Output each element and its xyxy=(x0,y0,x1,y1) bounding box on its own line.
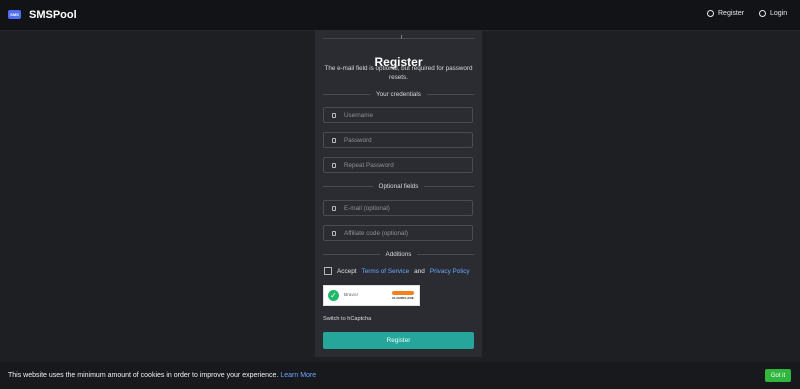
form-description: The e-mail field is optional, but requir… xyxy=(324,65,473,81)
username-field[interactable] xyxy=(323,107,473,123)
accept-label: Accept xyxy=(337,267,357,275)
credentials-section-label: Your credentials xyxy=(376,90,421,98)
optional-section-label: Optional fields xyxy=(378,182,419,190)
checkmark-icon: ✓ xyxy=(328,290,339,301)
lock-icon xyxy=(332,162,336,168)
repeat-password-field[interactable] xyxy=(323,157,473,173)
additions-section-label: Additions xyxy=(385,250,412,258)
affiliate-code-field[interactable] xyxy=(323,225,473,241)
credentials-section-heading: Your credentials xyxy=(323,90,474,98)
optional-section-heading: Optional fields xyxy=(323,182,474,190)
affiliate-code-input[interactable] xyxy=(344,229,459,237)
email-input[interactable] xyxy=(344,204,459,212)
nav-register-label: Register xyxy=(718,10,745,17)
smspool-logo: SMS xyxy=(8,10,21,19)
affiliate-icon xyxy=(332,230,336,236)
switch-to-hcaptcha-link[interactable]: Switch to hCaptcha xyxy=(323,316,371,322)
privacy-policy-link[interactable]: Privacy Policy xyxy=(430,268,470,275)
register-card: Register The e-mail field is optional, b… xyxy=(315,30,482,357)
terms-of-service-link[interactable]: Terms of Service xyxy=(362,268,410,275)
captcha-status: Bravo! xyxy=(344,293,358,298)
login-icon xyxy=(759,10,766,17)
cloud-icon xyxy=(392,291,414,295)
email-field[interactable] xyxy=(323,200,473,216)
password-input[interactable] xyxy=(344,136,459,144)
cloudflare-captcha-widget[interactable]: ✓ Bravo! CLOUDFLARE xyxy=(323,285,420,306)
repeat-password-input[interactable] xyxy=(344,161,459,169)
top-navigation-bar: SMS SMSPool Register Login xyxy=(0,0,800,31)
nav-login-label: Login xyxy=(770,10,788,17)
divider-marker xyxy=(401,35,402,39)
accept-terms-row: Accept Terms of Service and Privacy Poli… xyxy=(324,267,470,275)
lock-icon xyxy=(332,137,336,143)
learn-more-link[interactable]: Learn More xyxy=(280,372,316,379)
accept-terms-checkbox[interactable] xyxy=(324,267,332,275)
user-icon xyxy=(332,112,336,118)
cookie-message: This website uses the minimum amount of … xyxy=(8,372,316,379)
nav-login-link[interactable]: Login xyxy=(759,10,787,17)
username-input[interactable] xyxy=(344,111,459,119)
cookie-banner-text: This website uses the minimum amount of … xyxy=(8,372,279,379)
cloudflare-wordmark: CLOUDFLARE xyxy=(392,296,414,300)
cloudflare-logo: CLOUDFLARE xyxy=(392,291,414,300)
nav-register-link[interactable]: Register xyxy=(707,10,744,17)
register-icon xyxy=(707,10,714,17)
cookie-accept-button[interactable]: Got it xyxy=(765,369,791,382)
brand-name[interactable]: SMSPool xyxy=(29,9,77,21)
additions-section-heading: Additions xyxy=(323,250,474,258)
register-submit-button[interactable]: Register xyxy=(323,332,474,349)
cookie-banner: This website uses the minimum amount of … xyxy=(0,362,800,389)
and-label: and xyxy=(414,267,425,275)
email-icon xyxy=(332,205,336,211)
card-divider xyxy=(323,35,474,39)
password-field[interactable] xyxy=(323,132,473,148)
